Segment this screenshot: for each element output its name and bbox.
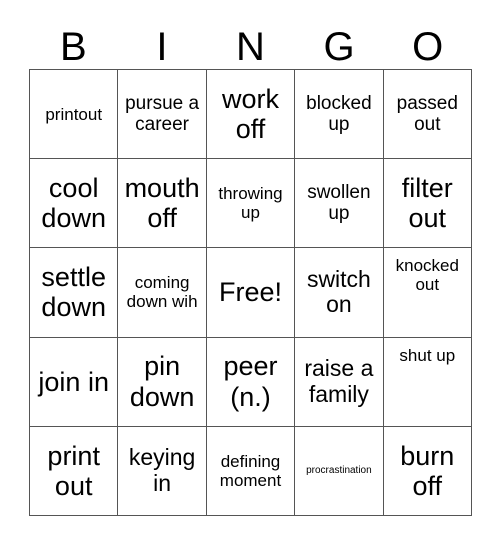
- bingo-cell-r3-c1[interactable]: settle down: [30, 248, 119, 338]
- bingo-cell-r3-c3[interactable]: Free!: [206, 248, 296, 338]
- bingo-header-letter-b: B: [59, 25, 87, 69]
- bingo-cell-label: throwing up: [218, 184, 283, 223]
- bingo-cell-label: switch on: [306, 265, 371, 318]
- bingo-cell-label: printout: [45, 104, 103, 124]
- bingo-cell-r5-c5[interactable]: burn off: [383, 426, 472, 516]
- bingo-cell-label: raise a family: [304, 354, 374, 407]
- bingo-cell-r1-c5[interactable]: passed out: [383, 70, 472, 160]
- bingo-header-letter-i: I: [156, 25, 168, 69]
- bingo-cell-label: defining moment: [219, 451, 282, 490]
- bingo-cell-label: passed out: [396, 92, 458, 136]
- bingo-cell-label: filter out: [401, 173, 453, 234]
- bingo-cell-label: pin down: [129, 351, 195, 412]
- bingo-cell-r4-c1[interactable]: join in: [30, 337, 119, 427]
- bingo-cell-label: knocked out: [395, 256, 459, 295]
- bingo-header-row: BINGO: [29, 12, 472, 69]
- bingo-header-letter-g: G: [323, 25, 355, 69]
- bingo-cell-label: blocked up: [306, 92, 372, 136]
- bingo-cell-label: pursue a career: [125, 92, 200, 136]
- bingo-cell-r3-c4[interactable]: switch on: [295, 248, 384, 338]
- bingo-cell-r2-c4[interactable]: swollen up: [295, 159, 384, 249]
- bingo-cell-label: burn off: [400, 440, 455, 501]
- bingo-cell-label: settle down: [41, 262, 106, 323]
- bingo-cell-label: procrastination: [306, 465, 372, 477]
- bingo-cell-r2-c2[interactable]: mouth off: [118, 159, 207, 249]
- bingo-grid: printout pursue a career work off blocked u…: [29, 69, 472, 516]
- bingo-cell-r4-c5[interactable]: shut up: [383, 337, 472, 427]
- bingo-cell-label: join in: [38, 366, 109, 397]
- bingo-cell-label: coming down wih: [126, 273, 198, 312]
- bingo-cell-r5-c3[interactable]: defining moment: [206, 426, 296, 516]
- bingo-cell-r1-c3[interactable]: work off: [206, 70, 296, 160]
- bingo-cell-r5-c2[interactable]: keying in: [118, 426, 207, 516]
- bingo-cell-r2-c3[interactable]: throwing up: [206, 159, 296, 249]
- bingo-cell-label: mouth off: [124, 173, 200, 234]
- bingo-cell-label: peer (n.): [223, 351, 278, 412]
- bingo-cell-r4-c4[interactable]: raise a family: [295, 337, 384, 427]
- bingo-cell-r2-c5[interactable]: filter out: [383, 159, 472, 249]
- bingo-cell-label: Free!: [218, 277, 282, 308]
- bingo-card: B I N G O printout pursue a career work off blo…: [0, 0, 500, 544]
- bingo-cell-label: shut up: [399, 345, 456, 365]
- bingo-cell-r5-c1[interactable]: print out: [30, 426, 119, 516]
- bingo-cell-r2-c1[interactable]: cool down: [30, 159, 119, 249]
- bingo-cell-r4-c3[interactable]: peer (n.): [206, 337, 296, 427]
- bingo-cell-label: print out: [47, 440, 100, 501]
- bingo-cell-label: swollen up: [307, 182, 371, 225]
- bingo-cell-r1-c2[interactable]: pursue a career: [118, 70, 207, 160]
- bingo-cell-label: keying in: [128, 444, 196, 496]
- bingo-cell-label: cool down: [41, 173, 106, 234]
- bingo-cell-r5-c4[interactable]: procrastination: [295, 426, 384, 516]
- bingo-cell-r1-c4[interactable]: blocked up: [295, 70, 384, 160]
- bingo-cell-r3-c5[interactable]: knocked out: [383, 248, 472, 338]
- bingo-header-letter-n: N: [236, 25, 265, 69]
- bingo-cell-r4-c2[interactable]: pin down: [118, 337, 207, 427]
- bingo-header-letter-o: O: [412, 25, 444, 69]
- bingo-cell-r3-c2[interactable]: coming down wih: [118, 248, 207, 338]
- bingo-cell-r1-c1[interactable]: printout: [30, 70, 119, 160]
- bingo-cell-label: work off: [221, 83, 279, 145]
